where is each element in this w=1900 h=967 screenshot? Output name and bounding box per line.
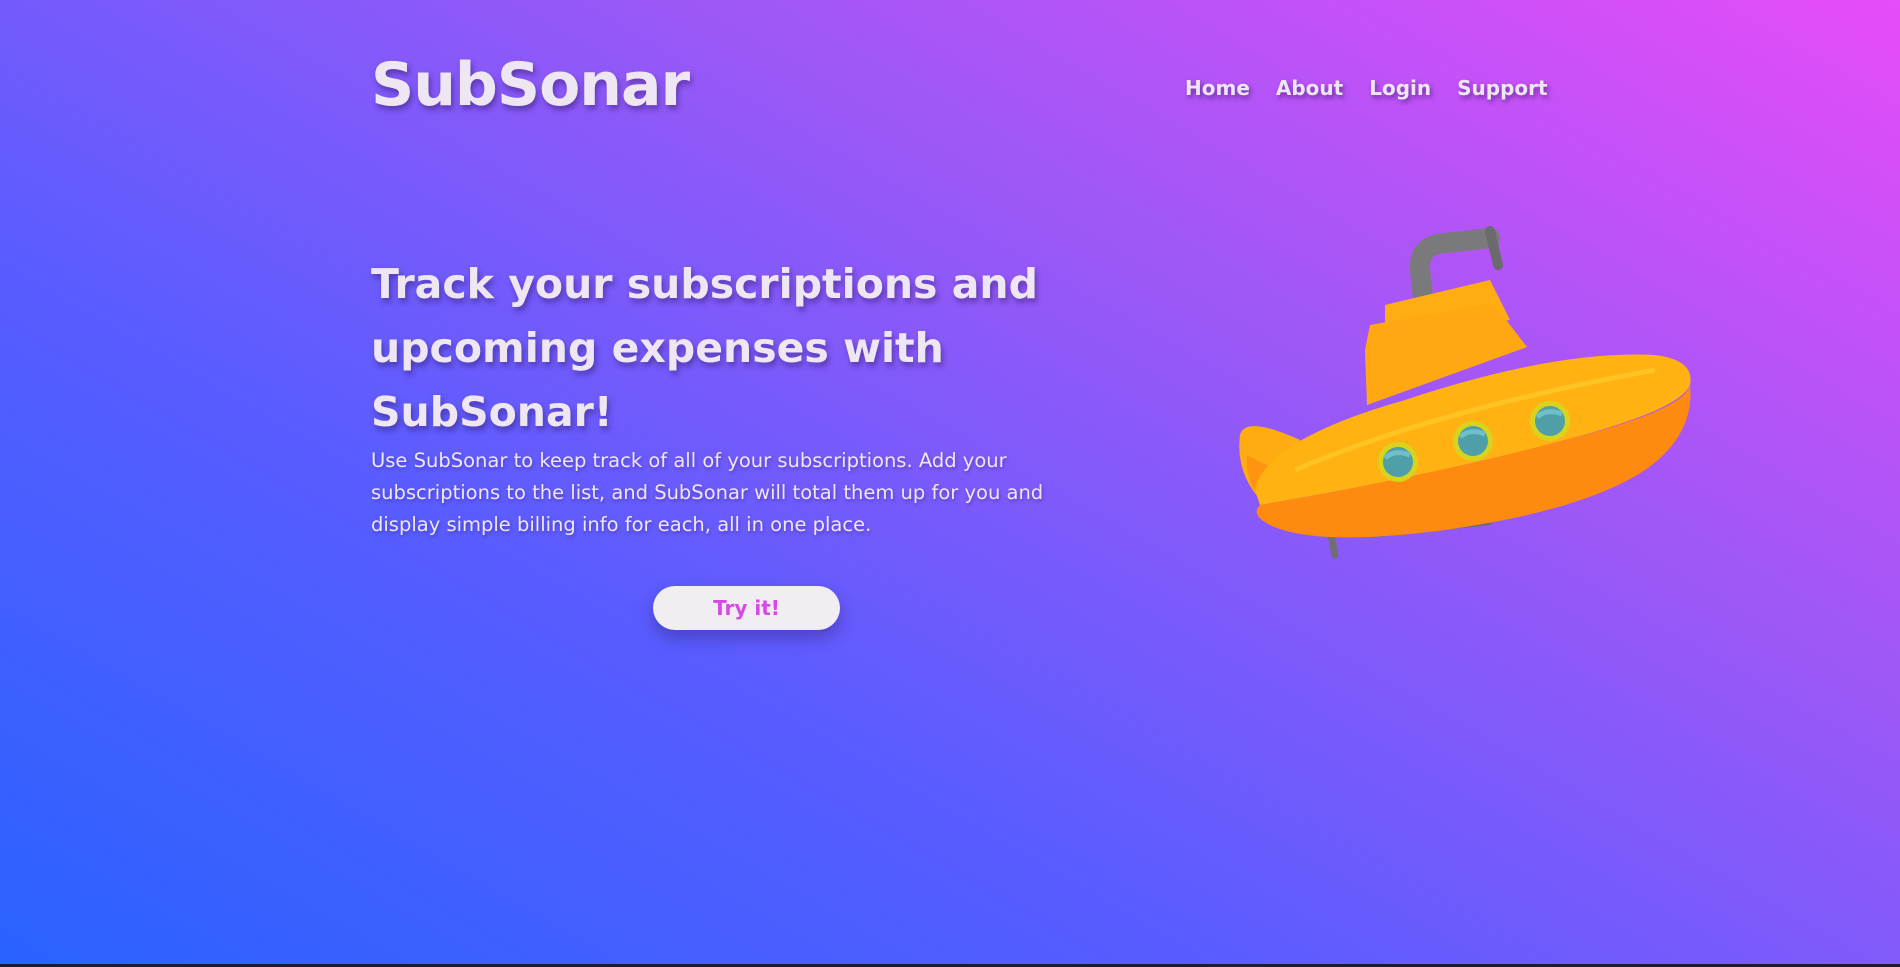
submarine-icon: [1239, 226, 1691, 559]
nav-link-support[interactable]: Support: [1457, 76, 1547, 100]
brand-logo[interactable]: SubSonar: [371, 52, 690, 118]
main-nav: Home About Login Support: [1185, 76, 1548, 100]
hero-title: Track your subscriptions and upcoming ex…: [371, 260, 1038, 436]
hero-description: Use SubSonar to keep track of all of you…: [371, 449, 1044, 536]
nav-link-home[interactable]: Home: [1185, 76, 1250, 100]
nav-link-login[interactable]: Login: [1369, 76, 1431, 100]
nav-link-about[interactable]: About: [1276, 76, 1343, 100]
try-it-button[interactable]: Try it!: [653, 586, 840, 630]
